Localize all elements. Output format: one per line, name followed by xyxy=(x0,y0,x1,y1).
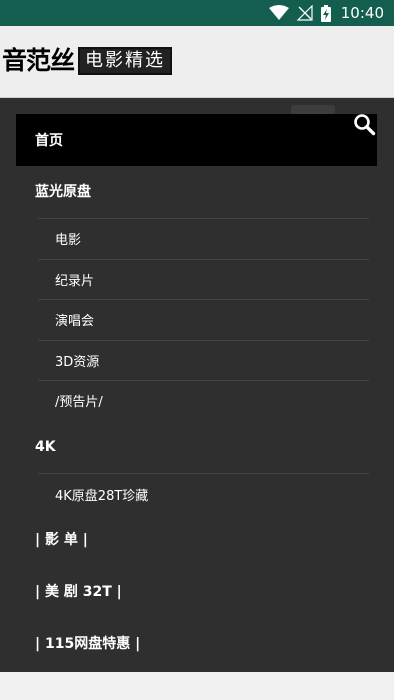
sub-item-label: 电影 xyxy=(55,233,82,248)
wifi-icon xyxy=(268,5,289,20)
battery-charging-icon xyxy=(320,4,331,22)
nav-menu: 首页 蓝光原盘 电影 纪录片 演唱会 3D资源 /预告片/ 4K 4K原盘28T… xyxy=(0,98,394,672)
clock: 10:40 xyxy=(340,4,384,22)
site-header: 音范丝 电影精选 xyxy=(0,26,394,98)
site-logo[interactable]: 音范丝 电影精选 xyxy=(0,46,173,76)
search-icon[interactable] xyxy=(352,112,376,136)
nav-item-4k[interactable]: 4K xyxy=(16,424,377,470)
sub-item-label: 纪录片 xyxy=(55,274,95,289)
nav-item-label: 首页 xyxy=(35,133,63,149)
sub-item-documentary[interactable]: 纪录片 xyxy=(38,259,369,299)
sub-item-4k-collection[interactable]: 4K原盘28T珍藏 xyxy=(38,473,369,515)
nav-item-label: | 影 单 | xyxy=(35,532,88,548)
status-bar: 10:40 xyxy=(0,0,394,26)
signal-off-icon xyxy=(296,5,313,21)
nav-item-label: 蓝光原盘 xyxy=(35,184,91,200)
sub-item-concert[interactable]: 演唱会 xyxy=(38,299,369,339)
sub-item-3d[interactable]: 3D资源 xyxy=(38,340,369,380)
nav-item-115-deal[interactable]: | 115网盘特惠 | xyxy=(16,620,377,666)
sub-item-label: 3D资源 xyxy=(55,355,100,370)
sub-item-label: 演唱会 xyxy=(55,314,95,329)
sub-item-trailer[interactable]: /预告片/ xyxy=(38,380,369,420)
nav-item-label: | 115网盘特惠 | xyxy=(35,636,141,652)
sub-item-label: /预告片/ xyxy=(55,395,103,410)
sub-item-movies[interactable]: 电影 xyxy=(38,218,369,258)
nav-item-home[interactable]: 首页 xyxy=(16,114,377,166)
nav-item-us-series[interactable]: | 美 剧 32T | xyxy=(16,568,377,614)
logo-sub-text: 电影精选 xyxy=(78,47,173,75)
nav-item-label: 4K xyxy=(35,439,56,455)
bottom-bar xyxy=(0,672,394,700)
sub-item-label: 4K原盘28T珍藏 xyxy=(55,489,149,504)
logo-main-text: 音范丝 xyxy=(2,46,75,75)
nav-item-bluray[interactable]: 蓝光原盘 xyxy=(16,168,377,214)
nav-item-label: | 美 剧 32T | xyxy=(35,584,122,600)
nav-item-playlist[interactable]: | 影 单 | xyxy=(16,516,377,562)
